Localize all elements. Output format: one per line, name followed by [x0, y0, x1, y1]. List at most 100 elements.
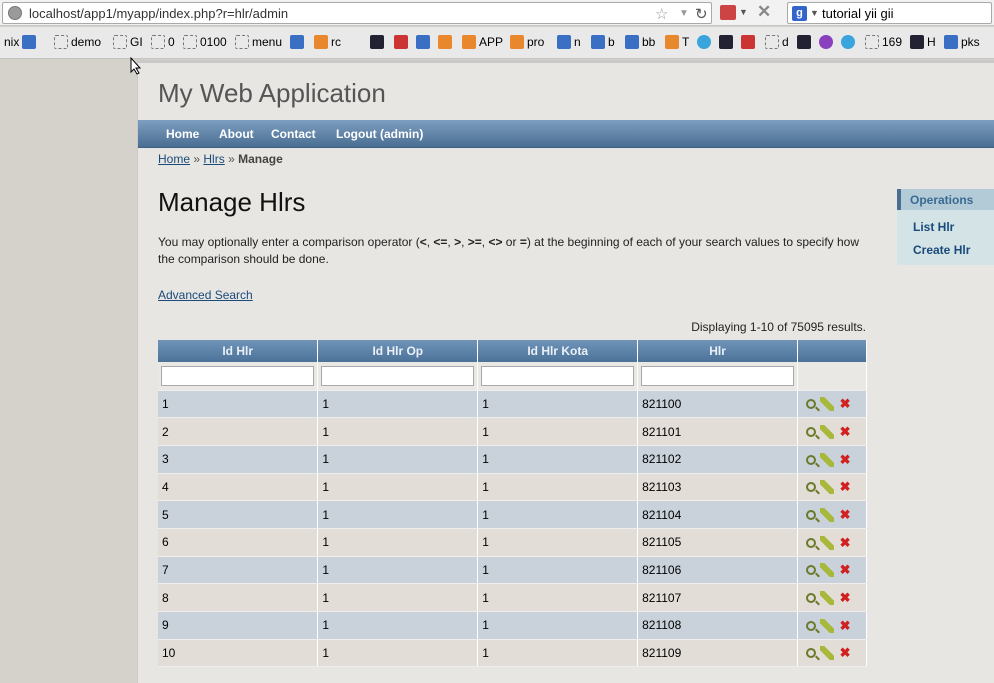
edit-icon[interactable]: [820, 508, 835, 522]
table-cell: 1: [477, 473, 639, 502]
list-hlr-link[interactable]: List Hlr: [913, 220, 954, 234]
view-icon[interactable]: [806, 537, 817, 548]
column-header[interactable]: Id Hlr Op: [317, 340, 479, 362]
delete-icon[interactable]: ✖: [838, 508, 852, 522]
view-icon[interactable]: [806, 565, 817, 576]
delete-icon[interactable]: ✖: [838, 452, 852, 467]
orange-icon: [510, 35, 524, 49]
bookmark-item[interactable]: [290, 35, 304, 49]
bookmark-item[interactable]: rc: [314, 35, 341, 49]
column-header[interactable]: Hlr: [637, 340, 799, 362]
bookmark-item[interactable]: [719, 35, 733, 49]
bookmark-item[interactable]: T: [665, 35, 689, 49]
bookmark-star-icon[interactable]: ☆: [655, 5, 668, 23]
view-icon[interactable]: [806, 593, 817, 604]
bookmark-item[interactable]: [741, 35, 755, 49]
edit-icon[interactable]: [820, 646, 835, 661]
menu-logout[interactable]: Logout (admin): [336, 127, 423, 141]
address-bar[interactable]: localhost/app1/myapp/index.php?r=hlr/adm…: [2, 2, 712, 24]
bookmark-item[interactable]: 169: [865, 35, 902, 49]
view-icon[interactable]: [806, 454, 817, 465]
bookmark-item[interactable]: pks: [944, 35, 980, 49]
history-dropdown-icon[interactable]: ▼: [679, 8, 689, 19]
view-icon[interactable]: [806, 510, 817, 520]
edit-icon[interactable]: [820, 563, 835, 578]
edit-icon[interactable]: [820, 591, 835, 606]
bookmark-item[interactable]: [797, 35, 811, 49]
reload-icon[interactable]: ↻: [695, 5, 708, 23]
bookmark-item[interactable]: d: [765, 35, 789, 49]
chevron-down-icon[interactable]: ▼: [810, 8, 819, 18]
menu-home[interactable]: Home: [166, 127, 199, 141]
breadcrumb-hlrs[interactable]: Hlrs: [203, 152, 224, 166]
bookmark-item[interactable]: [370, 35, 384, 49]
table-row: 10 1 1 821109 ✖: [158, 639, 867, 668]
table-cell: 6: [158, 528, 319, 557]
delete-icon[interactable]: ✖: [838, 618, 852, 633]
filter-hlr-input[interactable]: [641, 365, 795, 386]
advanced-search-link[interactable]: Advanced Search: [158, 288, 253, 302]
view-icon[interactable]: [806, 426, 817, 437]
filter-id-hlr-input[interactable]: [161, 365, 315, 386]
bookmark-item[interactable]: demo: [54, 35, 101, 49]
google-icon[interactable]: g: [792, 6, 807, 21]
bookmark-item[interactable]: 0100: [183, 35, 227, 49]
edit-icon[interactable]: [820, 424, 835, 439]
view-icon[interactable]: [806, 620, 817, 631]
breadcrumb-home[interactable]: Home: [158, 152, 190, 166]
page-title: Manage Hlrs: [158, 187, 306, 217]
bookmark-item[interactable]: [697, 35, 711, 49]
column-header[interactable]: Id Hlr: [158, 340, 319, 362]
search-input[interactable]: tutorial yii gii: [822, 6, 894, 21]
extension-icon[interactable]: [720, 5, 736, 20]
bookmark-item[interactable]: [819, 35, 833, 49]
close-icon[interactable]: ✕: [757, 2, 771, 22]
bookmark-item[interactable]: menu: [235, 35, 282, 49]
menu-contact[interactable]: Contact: [271, 127, 316, 141]
view-icon[interactable]: [806, 399, 817, 410]
bookmark-item[interactable]: GI: [113, 35, 143, 49]
delete-icon[interactable]: ✖: [838, 591, 852, 605]
bookmark-item[interactable]: 0: [151, 35, 175, 49]
table-cell: 1: [317, 528, 479, 557]
sidebar-title: Operations: [897, 189, 994, 210]
view-icon[interactable]: [806, 648, 817, 659]
table-cell: 1: [317, 639, 479, 668]
delete-icon[interactable]: ✖: [838, 535, 852, 550]
delete-icon[interactable]: ✖: [838, 397, 852, 411]
delete-icon[interactable]: ✖: [838, 480, 852, 494]
column-header[interactable]: Id Hlr Kota: [477, 340, 639, 362]
filter-id-hlr-kota-input[interactable]: [481, 365, 635, 386]
bookmark-item[interactable]: n: [557, 35, 581, 49]
bookmark-item[interactable]: bb: [625, 35, 655, 49]
edit-icon[interactable]: [820, 452, 835, 467]
search-bar[interactable]: g ▼ tutorial yii gii: [787, 2, 992, 24]
edit-icon[interactable]: [820, 480, 835, 495]
dashed-box-icon: [183, 35, 197, 49]
delete-icon[interactable]: ✖: [838, 424, 852, 439]
twitter-icon: [841, 35, 855, 49]
breadcrumb: Home » Hlrs » Manage: [158, 152, 283, 166]
bookmark-item[interactable]: H: [910, 35, 936, 49]
bookmark-item[interactable]: pro: [510, 35, 544, 49]
edit-icon[interactable]: [820, 535, 835, 550]
edit-icon[interactable]: [820, 618, 835, 633]
chevron-down-icon[interactable]: ▼: [739, 7, 748, 17]
red-icon: [741, 35, 755, 49]
bookmark-item[interactable]: nix: [4, 35, 37, 49]
view-icon[interactable]: [806, 482, 817, 493]
bookmark-item[interactable]: b: [591, 35, 615, 49]
bookmark-item[interactable]: [438, 35, 452, 49]
filter-id-hlr-op-input[interactable]: [321, 365, 475, 386]
bookmark-item[interactable]: APP: [462, 35, 503, 49]
delete-icon[interactable]: ✖: [838, 646, 852, 660]
url-text[interactable]: localhost/app1/myapp/index.php?r=hlr/adm…: [29, 6, 288, 21]
bookmark-item[interactable]: [416, 35, 430, 49]
bookmark-item[interactable]: [394, 35, 408, 49]
row-actions: ✖: [797, 445, 867, 474]
delete-icon[interactable]: ✖: [838, 563, 852, 577]
edit-icon[interactable]: [820, 397, 835, 412]
menu-about[interactable]: About: [219, 127, 254, 141]
bookmark-item[interactable]: [841, 35, 855, 49]
create-hlr-link[interactable]: Create Hlr: [913, 243, 970, 257]
